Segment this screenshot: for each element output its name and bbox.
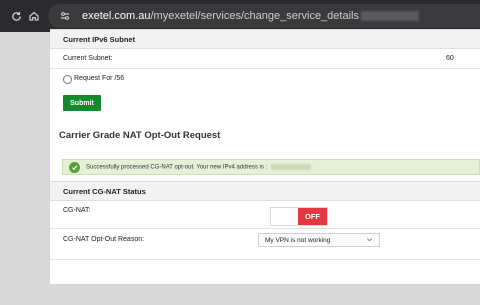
request-56-label: Request For /56	[74, 75, 125, 82]
ip-redaction	[271, 163, 312, 170]
ipv6-section-header: Current IPv6 Subnet	[50, 29, 480, 49]
url-path: /myexetel/services/change_service_detail…	[150, 10, 359, 22]
url-redaction	[360, 11, 419, 21]
cgnat-status-header: Current CG-NAT Status	[50, 181, 480, 201]
cgnat-title: Carrier Grade NAT Opt-Out Request	[59, 130, 221, 141]
site-info-icon[interactable]	[56, 7, 74, 25]
current-subnet-row: Current Subnet: 60	[50, 49, 480, 69]
success-alert: Successfully processed CG-NAT opt-out. Y…	[62, 159, 480, 175]
reason-select[interactable]: My VPN is not working	[258, 233, 380, 247]
home-icon[interactable]	[24, 6, 44, 26]
current-subnet-value: 60	[446, 55, 454, 62]
cgnat-toggle[interactable]: OFF	[270, 207, 328, 226]
chevron-down-icon	[366, 236, 373, 245]
request-56-radio[interactable]	[63, 75, 72, 84]
browser-toolbar: exetel.com.au/myexetel/services/change_s…	[0, 0, 480, 32]
success-message-text: Successfully processed CG-NAT opt-out. Y…	[86, 164, 268, 171]
submit-button[interactable]: Submit	[63, 95, 101, 111]
success-message: Successfully processed CG-NAT opt-out. Y…	[86, 163, 312, 171]
reason-label: CG-NAT Opt-Out Reason:	[63, 236, 145, 243]
reload-icon[interactable]	[6, 6, 26, 26]
request-56-row: Request For /56	[50, 69, 480, 89]
check-circle-icon	[69, 161, 80, 173]
current-subnet-label: Current Subnet:	[63, 55, 113, 62]
url-text: exetel.com.au/myexetel/services/change_s…	[82, 10, 359, 22]
url-domain: exetel.com.au	[82, 10, 151, 22]
cgnat-row: CG-NAT:	[50, 201, 480, 229]
cgnat-label: CG-NAT:	[63, 207, 91, 214]
reason-selected-value: My VPN is not working	[265, 236, 331, 244]
address-bar[interactable]: exetel.com.au/myexetel/services/change_s…	[48, 4, 480, 28]
toggle-off-label: OFF	[298, 208, 327, 225]
service-details-card: Current IPv6 Subnet Current Subnet: 60 R…	[50, 29, 480, 284]
